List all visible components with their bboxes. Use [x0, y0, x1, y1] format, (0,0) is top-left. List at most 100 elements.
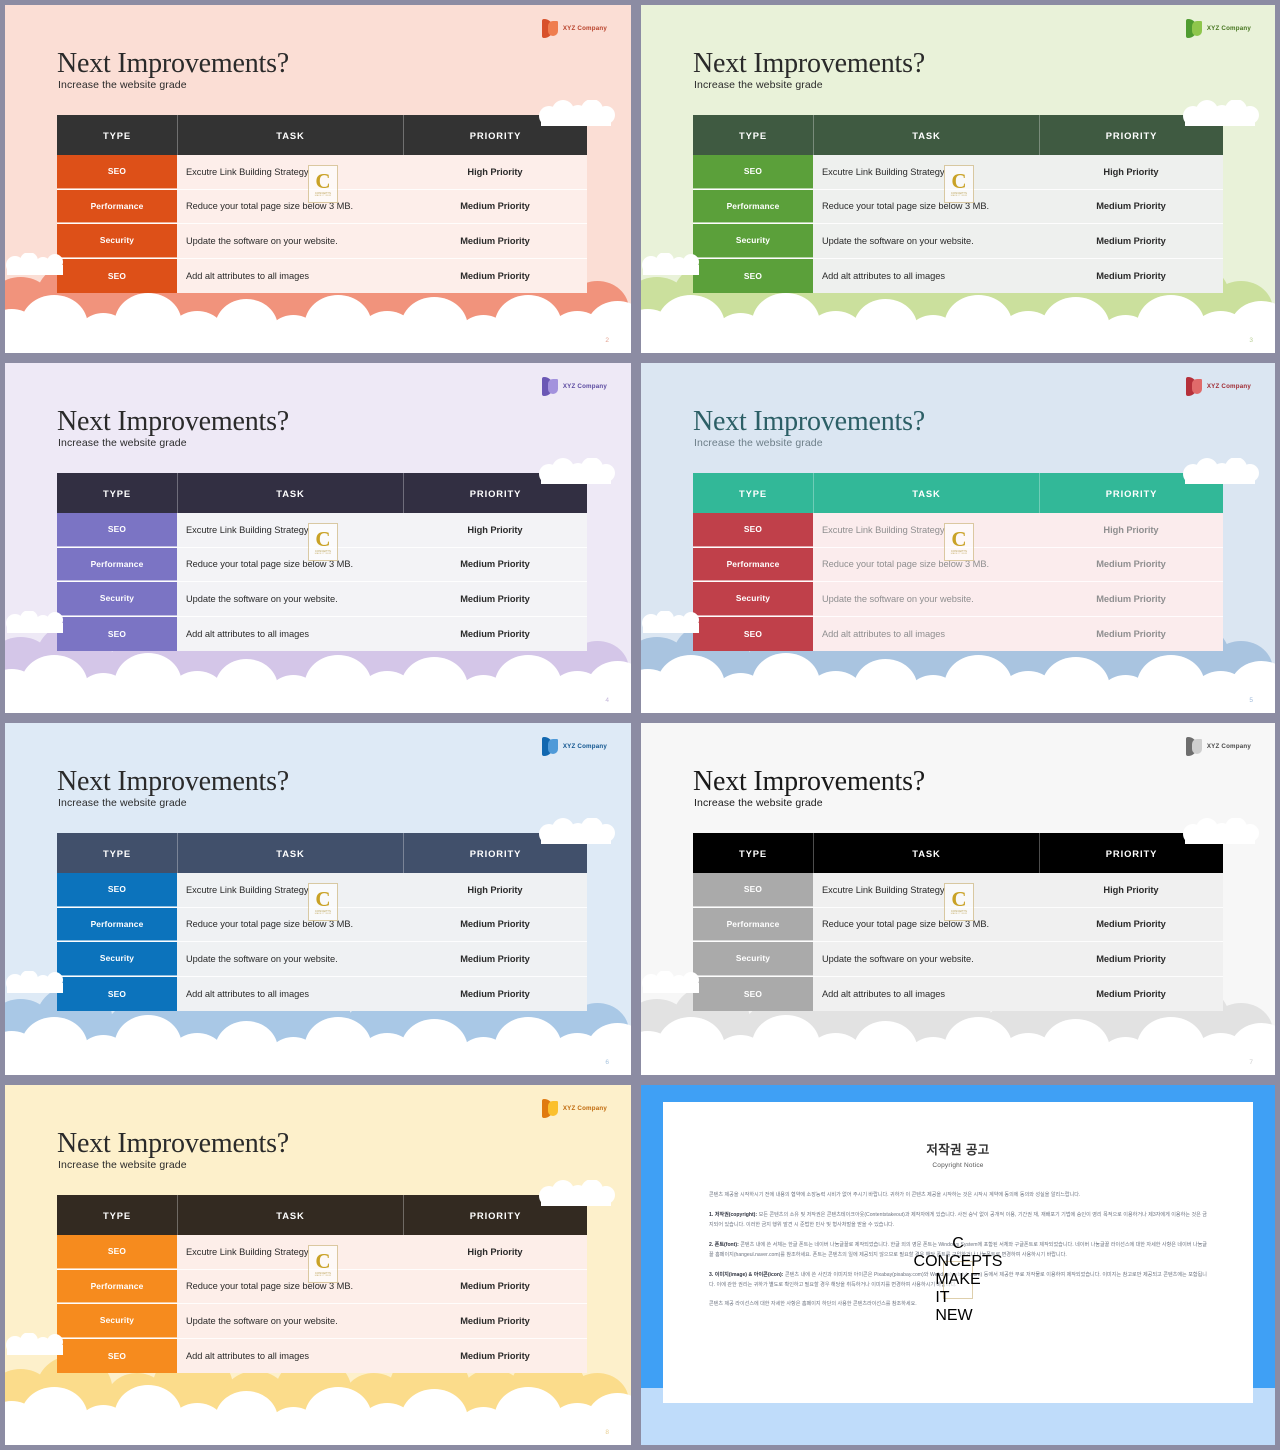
slide-orange[interactable]: XYZ Company Next Improvements? Increase …	[5, 1085, 631, 1445]
slide-teal[interactable]: XYZ Company Next Improvements? Increase …	[641, 363, 1275, 713]
slide-cell[interactable]: XYZ Company Next Improvements? Increase …	[636, 0, 1280, 358]
header-task: TASK	[177, 115, 403, 155]
copyright-section-2-label: 2. 폰트(font):	[709, 1241, 739, 1248]
cell-task: Reduce your total page size below 3 MB.	[822, 919, 990, 930]
cell-task: Add alt attributes to all images	[822, 270, 945, 281]
cell-type: SEO	[693, 155, 813, 189]
watermark-line2: MAKE IT NEW	[314, 1274, 332, 1277]
cell-task: Reduce your total page size below 3 MB.	[822, 201, 990, 212]
cell-task: Excutre Link Building Strategy	[822, 884, 945, 895]
cell-type: SEO	[57, 1338, 177, 1373]
cell-priority: Medium Priority	[1096, 988, 1166, 999]
page-subtitle: Increase the website grade	[58, 79, 187, 91]
cell-priority: High Priority	[1103, 524, 1159, 535]
table-header-row: TYPE TASK PRIORITY	[57, 1195, 587, 1235]
logo-company-name: XYZ Company	[562, 1105, 607, 1112]
slide-salmon[interactable]: XYZ Company Next Improvements? Increase …	[5, 5, 631, 353]
logo-mark-icon	[541, 1099, 559, 1118]
cell-priority: Medium Priority	[460, 1315, 530, 1326]
table-row: SEO Add alt attributes to all images Mediu…	[57, 976, 587, 1011]
improvements-table: TYPE TASK PRIORITY SEO Excutre Link Build…	[693, 473, 1223, 651]
page-subtitle: Increase the website grade	[58, 1159, 187, 1171]
cell-task: Update the software on your website.	[186, 593, 338, 604]
cell-priority: Medium Priority	[1096, 628, 1166, 639]
cell-task: Add alt attributes to all images	[186, 628, 309, 639]
watermark-logo-copyright: C CONCEPTS MAKE IT NEW	[914, 1235, 1003, 1324]
slide-purple[interactable]: XYZ Company Next Improvements? Increase …	[5, 363, 631, 713]
logo-mark-icon	[541, 737, 559, 756]
cell-type: SEO	[693, 513, 813, 547]
logo-company-name: XYZ Company	[1206, 383, 1251, 390]
watermark-line2: MAKE IT NEW	[314, 912, 332, 915]
slide-cell[interactable]: XYZ Company Next Improvements? Increase …	[0, 358, 636, 718]
cloud-decoration-left	[5, 1333, 65, 1355]
watermark-logo: C CONCEPTS MAKE IT NEW	[308, 523, 338, 561]
slide-green[interactable]: XYZ Company Next Improvements? Increase …	[641, 5, 1275, 353]
header-type: TYPE	[102, 129, 132, 141]
cloud-decoration-top-right	[537, 818, 615, 844]
cell-type: Security	[693, 224, 813, 258]
watermark-letter: C	[951, 526, 967, 551]
cell-task: Excutre Link Building Strategy	[186, 524, 309, 535]
cell-type: Performance	[57, 547, 177, 581]
table-row: Security Update the software on your webs…	[57, 1304, 587, 1339]
cloud-decoration-top-right	[1181, 818, 1259, 844]
logo-company-name: XYZ Company	[562, 383, 607, 390]
table-row: SEO Add alt attributes to all images Mediu…	[693, 976, 1223, 1011]
cell-type: Performance	[693, 189, 813, 223]
table-header-row: TYPE TASK PRIORITY	[57, 115, 587, 155]
cloud-decoration-left	[5, 971, 65, 993]
cell-type: Performance	[693, 907, 813, 941]
cell-priority: Medium Priority	[1096, 593, 1166, 604]
improvements-table: TYPE TASK PRIORITY SEO Excutre Link Build…	[57, 1195, 587, 1373]
table-header-row: TYPE TASK PRIORITY	[693, 473, 1223, 513]
watermark-letter: C	[315, 1248, 331, 1273]
slide-page-number: 6	[605, 1059, 609, 1066]
cell-task: Add alt attributes to all images	[186, 988, 309, 999]
slide-cell[interactable]: XYZ Company Next Improvements? Increase …	[0, 0, 636, 358]
watermark-logo: C CONCEPTS MAKE IT NEW	[944, 523, 974, 561]
cell-type: SEO	[57, 513, 177, 547]
slide-cell[interactable]: XYZ Company Next Improvements? Increase …	[636, 358, 1280, 718]
slide-blue[interactable]: XYZ Company Next Improvements? Increase …	[5, 723, 631, 1075]
header-task: TASK	[177, 1195, 403, 1235]
cell-type: SEO	[57, 155, 177, 189]
slide-cell-copyright[interactable]: 저작권 공고 Copyright Notice 콘텐츠 제공을 시작하시기 전에…	[636, 1080, 1280, 1450]
cell-type: Security	[57, 942, 177, 976]
copyright-section-3-label: 3. 이미지(image) & 아이콘(icon):	[709, 1271, 784, 1278]
copyright-slide: 저작권 공고 Copyright Notice 콘텐츠 제공을 시작하시기 전에…	[641, 1085, 1275, 1445]
brand-logo: XYZ Company	[1185, 377, 1251, 396]
header-task: TASK	[813, 115, 1039, 155]
brand-logo: XYZ Company	[1185, 737, 1251, 756]
cell-priority: Medium Priority	[460, 1281, 530, 1292]
cell-task: Reduce your total page size below 3 MB.	[186, 559, 354, 570]
cell-task: Add alt attributes to all images	[186, 270, 309, 281]
logo-company-name: XYZ Company	[562, 25, 607, 32]
cell-task: Update the software on your website.	[822, 953, 974, 964]
logo-company-name: XYZ Company	[1206, 743, 1251, 750]
slide-cell[interactable]: XYZ Company Next Improvements? Increase …	[636, 718, 1280, 1080]
cell-priority: High Priority	[467, 1246, 523, 1257]
cell-priority: Medium Priority	[1096, 235, 1166, 246]
table-header-row: TYPE TASK PRIORITY	[57, 473, 587, 513]
slide-page-number: 3	[1249, 337, 1253, 344]
table-row: SEO Add alt attributes to all images Mediu…	[57, 1338, 587, 1373]
cell-priority: Medium Priority	[460, 628, 530, 639]
slide-gray[interactable]: XYZ Company Next Improvements? Increase …	[641, 723, 1275, 1075]
cell-priority: Medium Priority	[1096, 270, 1166, 281]
watermark-line1: CONCEPTS	[913, 1253, 1003, 1270]
slide-cell[interactable]: XYZ Company Next Improvements? Increase …	[0, 718, 636, 1080]
cell-priority: Medium Priority	[460, 235, 530, 246]
cell-type: Security	[693, 582, 813, 616]
copyright-section-1: 1. 저작권(copyright): 모든 콘텐츠의 소유 및 저작권은 콘텐츠…	[709, 1211, 1207, 1231]
slide-cell[interactable]: XYZ Company Next Improvements? Increase …	[0, 1080, 636, 1450]
watermark-logo: C CONCEPTS MAKE IT NEW	[944, 883, 974, 921]
brand-logo: XYZ Company	[541, 19, 607, 38]
table-row: SEO Add alt attributes to all images Mediu…	[693, 616, 1223, 651]
table-row: Security Update the software on your webs…	[693, 942, 1223, 977]
cell-task: Update the software on your website.	[186, 1315, 338, 1326]
slide-page-number: 2	[605, 337, 609, 344]
table-header-row: TYPE TASK PRIORITY	[693, 115, 1223, 155]
cell-task: Add alt attributes to all images	[186, 1350, 309, 1361]
brand-logo: XYZ Company	[541, 737, 607, 756]
